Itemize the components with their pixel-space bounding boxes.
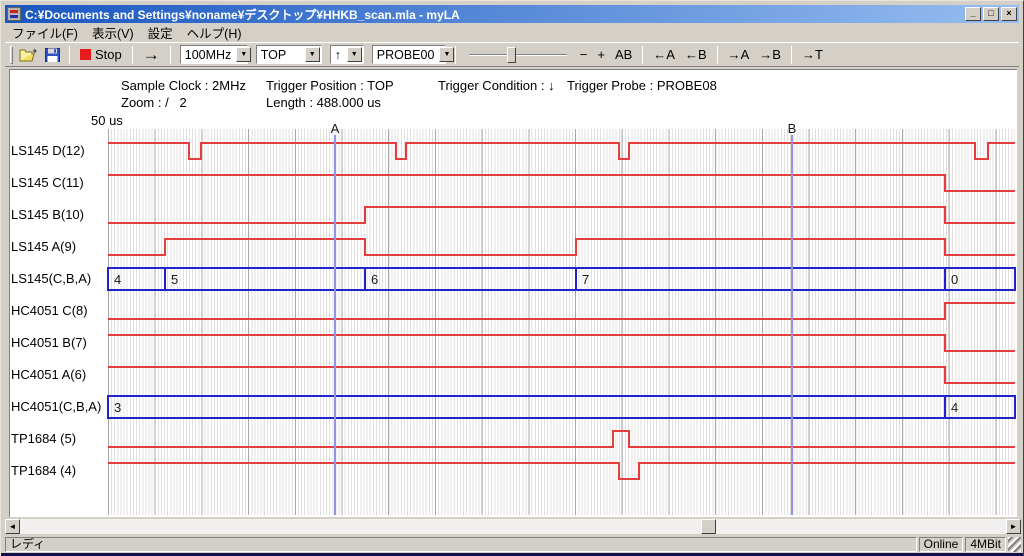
menu-help[interactable]: ヘルプ(H) (180, 22, 249, 43)
horizontal-scrollbar[interactable]: ◄ ► (5, 519, 1021, 534)
trigger-position-select[interactable]: TOP ▼ (256, 45, 322, 64)
chevron-down-icon[interactable]: ▼ (236, 47, 251, 62)
ab-range-button[interactable]: AB (610, 45, 637, 65)
trigger-condition-info: Trigger Condition : ↓ (438, 78, 555, 93)
trigger-edge-select[interactable]: ↑ ▼ (330, 45, 364, 64)
sample-clock-select[interactable]: 100MHz ▼ (180, 45, 248, 64)
slider-handle[interactable] (507, 47, 516, 63)
channel-label[interactable]: HC4051 B(7) (11, 335, 87, 351)
goto-trigger-button[interactable]: →T (797, 45, 828, 65)
status-bar: レディ Online 4MBit (5, 537, 1021, 552)
channel-label[interactable]: TP1684 (4) (11, 463, 76, 479)
menu-settings[interactable]: 設定 (141, 22, 180, 43)
resize-grip[interactable] (1008, 537, 1021, 552)
menu-bar: ファイル(F) 表示(V) 設定 ヘルプ(H) (5, 24, 1019, 41)
sample-clock-info: Sample Clock : 2MHz (121, 78, 246, 93)
channel-label[interactable]: LS145 D(12) (11, 143, 85, 159)
toolbar-separator (170, 46, 171, 64)
channel-label[interactable]: HC4051(C,B,A) (11, 399, 101, 415)
length-info: Length : 488.000 us (266, 95, 381, 110)
open-folder-icon (19, 48, 37, 62)
slider-track (469, 54, 567, 56)
close-icon[interactable]: × (1001, 7, 1017, 21)
stop-button[interactable]: Stop (75, 45, 127, 65)
toolbar-separator (455, 46, 456, 64)
app-icon (7, 7, 21, 21)
timescale-label: 50 us (91, 113, 123, 128)
toolbar-separator (69, 46, 70, 64)
stop-icon (80, 49, 91, 60)
toolbar-separator (642, 46, 643, 64)
channel-label[interactable]: LS145 B(10) (11, 207, 84, 223)
run-arrow-icon: → (143, 45, 160, 65)
toolbar-separator (791, 46, 792, 64)
channel-label[interactable]: LS145 A(9) (11, 239, 76, 255)
status-ready: レディ (5, 537, 917, 552)
scroll-right-icon[interactable]: ► (1006, 519, 1021, 534)
maximize-icon[interactable]: □ (983, 7, 999, 21)
probe-select[interactable]: PROBE00 ▼ (372, 45, 446, 64)
set-cursor-a-button[interactable]: →A (723, 45, 755, 65)
zoom-info: Zoom : / 2 (121, 95, 187, 110)
waveform-grid[interactable] (108, 129, 1015, 515)
zoom-in-button[interactable]: + (592, 45, 610, 65)
scroll-left-icon[interactable]: ◄ (5, 519, 20, 534)
trigger-position-info: Trigger Position : TOP (266, 78, 394, 93)
goto-cursor-a-button[interactable]: ←A (648, 45, 680, 65)
minimize-icon[interactable]: _ (965, 7, 981, 21)
status-online-badge: Online (919, 537, 964, 552)
toolbar-separator (717, 46, 718, 64)
channel-label[interactable]: LS145 C(11) (11, 175, 84, 191)
channel-label[interactable]: TP1684 (5) (11, 431, 76, 447)
toolbar-separator (132, 46, 133, 64)
trigger-probe-info: Trigger Probe : PROBE08 (567, 78, 717, 93)
set-cursor-b-button[interactable]: →B (754, 45, 786, 65)
zoom-slider[interactable] (469, 46, 567, 64)
app-window: C:¥Documents and Settings¥noname¥デスクトップ¥… (0, 0, 1024, 556)
channel-label[interactable]: LS145(C,B,A) (11, 271, 91, 287)
menu-file[interactable]: ファイル(F) (5, 22, 85, 43)
open-file-button[interactable] (16, 45, 40, 65)
zoom-out-button[interactable]: − (575, 45, 593, 65)
status-memory-badge: 4MBit (965, 537, 1006, 552)
menu-view[interactable]: 表示(V) (85, 22, 141, 43)
chevron-down-icon[interactable]: ▼ (347, 47, 362, 62)
save-button[interactable] (40, 45, 64, 65)
chevron-down-icon[interactable]: ▼ (305, 47, 320, 62)
run-button[interactable]: → (138, 45, 165, 65)
window-title: C:¥Documents and Settings¥noname¥デスクトップ¥… (25, 6, 963, 23)
toolbar: Stop → 100MHz ▼ TOP ▼ ↑ ▼ PROBE00 ▼ − + (5, 42, 1019, 67)
chevron-down-icon[interactable]: ▼ (439, 47, 454, 62)
goto-cursor-b-button[interactable]: ←B (680, 45, 712, 65)
title-bar[interactable]: C:¥Documents and Settings¥noname¥デスクトップ¥… (5, 5, 1019, 23)
scrollbar-thumb[interactable] (701, 519, 716, 534)
save-floppy-icon (45, 48, 60, 62)
toolbar-grip (10, 46, 13, 64)
channel-label[interactable]: HC4051 A(6) (11, 367, 86, 383)
channel-label[interactable]: HC4051 C(8) (11, 303, 88, 319)
